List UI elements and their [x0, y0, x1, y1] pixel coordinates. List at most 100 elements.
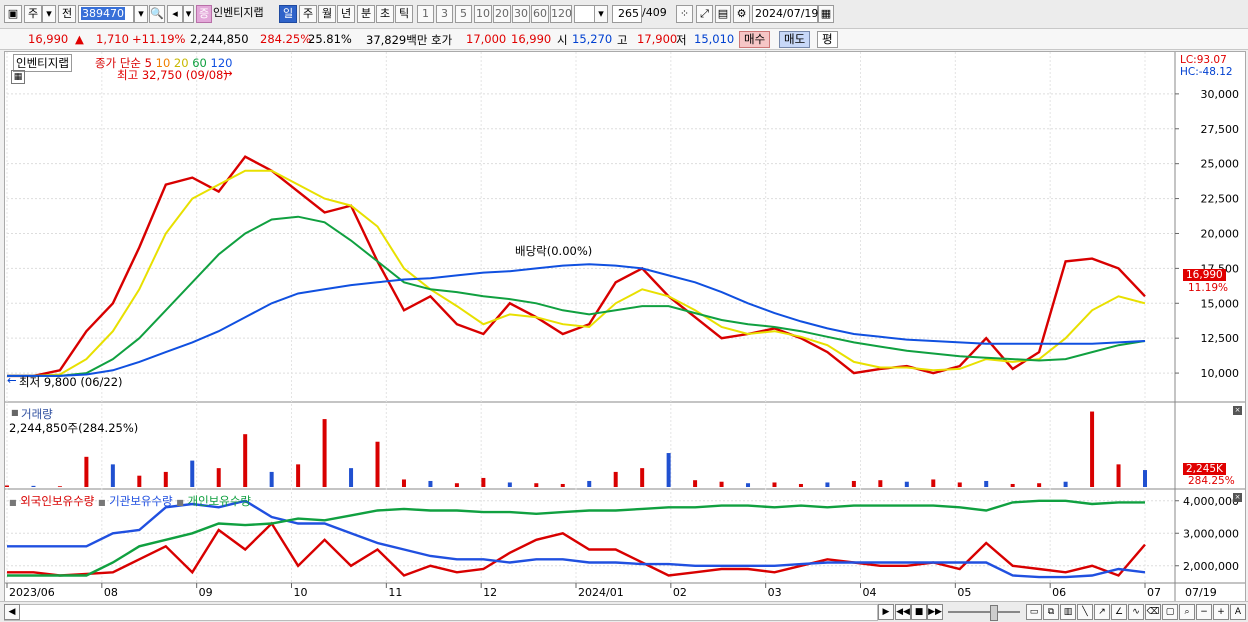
speaker-dropdown-icon[interactable]: ▾	[183, 5, 194, 23]
hc-value: HC:-48.12	[1180, 66, 1233, 78]
low-arrow-icon: ←	[7, 373, 17, 387]
period-week[interactable]: 주	[299, 5, 317, 23]
interval-5[interactable]: 5	[455, 5, 472, 23]
y-tick-label: 12,500	[1201, 332, 1240, 345]
font-size-icon[interactable]: A	[1230, 604, 1246, 620]
save-icon[interactable]: ▤	[715, 5, 731, 23]
volume-bar	[746, 483, 751, 487]
custom-interval-dropdown-icon[interactable]: ▾	[594, 5, 608, 23]
layout-icon[interactable]: ▭	[1026, 604, 1042, 620]
sell-button[interactable]: 매도	[779, 31, 811, 48]
draw-line-icon[interactable]: ╲	[1077, 604, 1093, 620]
stop-icon[interactable]: ■	[911, 604, 927, 620]
volume-bar	[825, 482, 830, 487]
gear-icon[interactable]: ⚙	[733, 5, 750, 23]
volume-bar	[349, 468, 354, 487]
play-icon[interactable]: ▶	[878, 604, 894, 620]
close-volume-panel-icon[interactable]: ×	[1233, 406, 1242, 415]
bar-count-input[interactable]: 265	[612, 5, 642, 23]
y-tick-label: 4,000,000	[1183, 495, 1239, 508]
calendar-icon[interactable]: ▦	[818, 5, 834, 23]
interval-60[interactable]: 60	[531, 5, 549, 23]
date-input[interactable]: 2024/07/19	[752, 5, 818, 23]
crosshair-icon[interactable]: ⤢	[696, 5, 713, 23]
interval-30[interactable]: 30	[512, 5, 530, 23]
low-label: 저	[676, 33, 687, 47]
volume-bar	[1143, 470, 1147, 487]
prev-button[interactable]: 전	[58, 5, 76, 23]
ask-price: 17,000	[466, 32, 507, 46]
lock-icon[interactable]: ▢	[1162, 604, 1178, 620]
price-change-pct: +11.19%	[132, 32, 186, 46]
bottom-bar: ◀ ▶ ◀◀ ■ ▶▶ ▭ ⧉ ▥ ╲ ↗ ∠ ∿ ⌫ ▢ ⌕ − + A	[0, 601, 1248, 622]
volume-bar	[296, 464, 301, 487]
fast-forward-icon[interactable]: ▶▶	[927, 604, 943, 620]
interval-1[interactable]: 1	[417, 5, 434, 23]
period-month[interactable]: 월	[318, 5, 336, 23]
zoom-out-icon[interactable]: −	[1196, 604, 1212, 620]
y-tick-label: 10,000	[1201, 367, 1240, 380]
chart-svg: 30,00027,50025,00022,50020,00017,50015,0…	[5, 52, 1245, 602]
magnifier-icon[interactable]: ⌕	[1179, 604, 1195, 620]
zoom-slider-handle[interactable]	[990, 605, 998, 621]
x-tick-label: 05	[957, 586, 971, 599]
volume-bar	[31, 485, 36, 487]
eraser-icon[interactable]: ⌫	[1145, 604, 1161, 620]
volume-bar	[481, 477, 486, 487]
stock-code-value: 389470	[81, 7, 125, 20]
interval-20[interactable]: 20	[493, 5, 511, 23]
x-tick-label: 10	[294, 586, 308, 599]
grid-icon[interactable]: ⁘	[676, 5, 693, 23]
market-dropdown-icon[interactable]: ▾	[42, 5, 56, 23]
volume-bar	[1063, 481, 1068, 487]
period-day[interactable]: 일	[279, 5, 297, 23]
period-tick[interactable]: 틱	[395, 5, 413, 23]
interval-3[interactable]: 3	[436, 5, 453, 23]
current-price: 16,990	[28, 32, 69, 46]
y-tick-label: 27,500	[1201, 123, 1240, 136]
individual-marker-icon: ■	[176, 498, 184, 507]
chart-area[interactable]: 30,00027,50025,00022,50020,00017,50015,0…	[4, 51, 1246, 617]
price-change: 1,710	[96, 32, 129, 46]
y-tick-label: 15,000	[1201, 297, 1240, 310]
chart-scrollbar[interactable]	[4, 604, 878, 621]
wave-icon[interactable]: ∿	[1128, 604, 1144, 620]
trend-icon[interactable]: ↗	[1094, 604, 1110, 620]
volume-bar	[190, 460, 195, 487]
y-tick-label: 25,000	[1201, 158, 1240, 171]
x-tick-label: 08	[104, 586, 118, 599]
interval-10[interactable]: 10	[474, 5, 492, 23]
scroll-left-icon[interactable]: ◀	[4, 604, 20, 620]
toolbar: ▣ 주 ▾ 전 389470 ▾ 🔍 ◂ ▾ 증 인벤티지랩 일 주 월 년 분…	[0, 0, 1248, 29]
split-icon[interactable]: ▥	[1060, 604, 1076, 620]
period-second[interactable]: 초	[376, 5, 394, 23]
low-price: 15,010	[694, 32, 735, 46]
high-label: 고	[617, 33, 628, 47]
close-holdings-panel-icon[interactable]: ×	[1233, 493, 1242, 502]
angle-icon[interactable]: ∠	[1111, 604, 1127, 620]
interval-120[interactable]: 120	[550, 5, 572, 23]
x-tick-label: 02	[673, 586, 687, 599]
stock-code-input[interactable]: 389470	[78, 5, 134, 23]
zoom-slider[interactable]	[948, 611, 1020, 613]
speaker-icon[interactable]: ◂	[167, 5, 183, 23]
turnover-pct: 25.81%	[308, 32, 352, 46]
market-select[interactable]: 주	[24, 5, 42, 23]
rewind-icon[interactable]: ◀◀	[895, 604, 911, 620]
code-dropdown-icon[interactable]: ▾	[134, 5, 148, 23]
buy-button[interactable]: 매수	[739, 31, 771, 48]
period-year[interactable]: 년	[337, 5, 355, 23]
table-icon[interactable]: ▦	[11, 70, 25, 84]
volume-bar	[322, 419, 327, 487]
x-tick-label: 04	[863, 586, 877, 599]
volume-bar	[613, 471, 618, 487]
compare-icon[interactable]: ⧉	[1043, 604, 1059, 620]
window-icon[interactable]: ▣	[4, 5, 22, 23]
search-icon[interactable]: 🔍	[149, 5, 165, 23]
zoom-in-icon[interactable]: +	[1213, 604, 1229, 620]
volume-bar	[957, 482, 962, 487]
avg-button[interactable]: 평	[817, 31, 838, 48]
period-minute[interactable]: 분	[357, 5, 375, 23]
holdings-legend[interactable]: ■ 외국인보유수량 ■ 기관보유수량 ■ 개인보유수량	[9, 493, 251, 509]
volume-bar	[1037, 483, 1042, 487]
